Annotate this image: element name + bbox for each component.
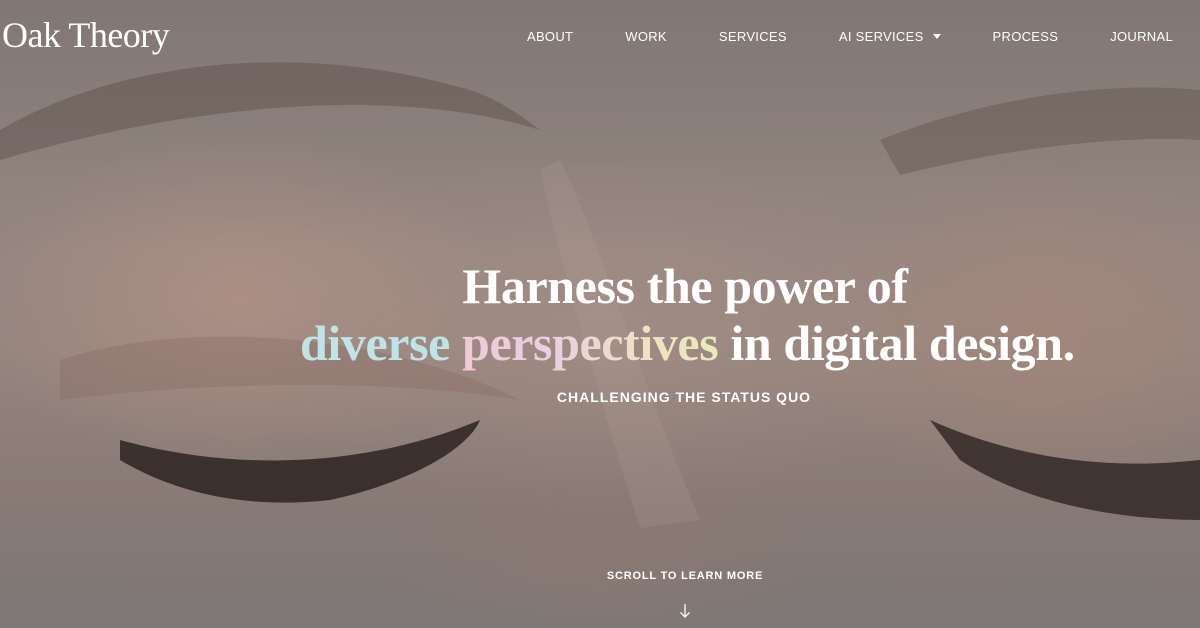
nav-item-journal[interactable]: JOURNAL bbox=[1110, 27, 1173, 45]
main-navigation: ABOUT WORK SERVICES AI SERVICES PROCESS … bbox=[527, 27, 1173, 45]
headline-line-1: Harness the power of bbox=[462, 258, 908, 314]
arrow-down-icon[interactable] bbox=[678, 602, 692, 620]
headline-word-perspectives: perspectives bbox=[462, 315, 719, 371]
headline-word-diverse: diverse bbox=[300, 315, 450, 371]
headline-line-2: diverse perspectives in digital design. bbox=[300, 315, 1075, 372]
nav-item-about[interactable]: ABOUT bbox=[527, 27, 573, 45]
brand-logo[interactable]: Oak Theory bbox=[2, 14, 170, 56]
nav-item-services[interactable]: SERVICES bbox=[719, 27, 787, 45]
hero-tagline: CHALLENGING THE STATUS QUO bbox=[556, 389, 812, 405]
scroll-cue-label[interactable]: SCROLL TO LEARN MORE bbox=[535, 570, 835, 582]
nav-item-process[interactable]: PROCESS bbox=[993, 27, 1059, 45]
hero-headline: Harness the power of diverse perspective… bbox=[300, 258, 1075, 372]
site-header: Oak Theory ABOUT WORK SERVICES AI SERVIC… bbox=[0, 0, 1200, 72]
nav-item-ai-services[interactable]: AI SERVICES bbox=[839, 27, 941, 45]
nav-item-ai-services-label: AI SERVICES bbox=[838, 28, 924, 44]
nav-item-work[interactable]: WORK bbox=[625, 27, 667, 45]
chevron-down-icon bbox=[932, 33, 941, 39]
headline-rest: in digital design. bbox=[730, 315, 1075, 371]
